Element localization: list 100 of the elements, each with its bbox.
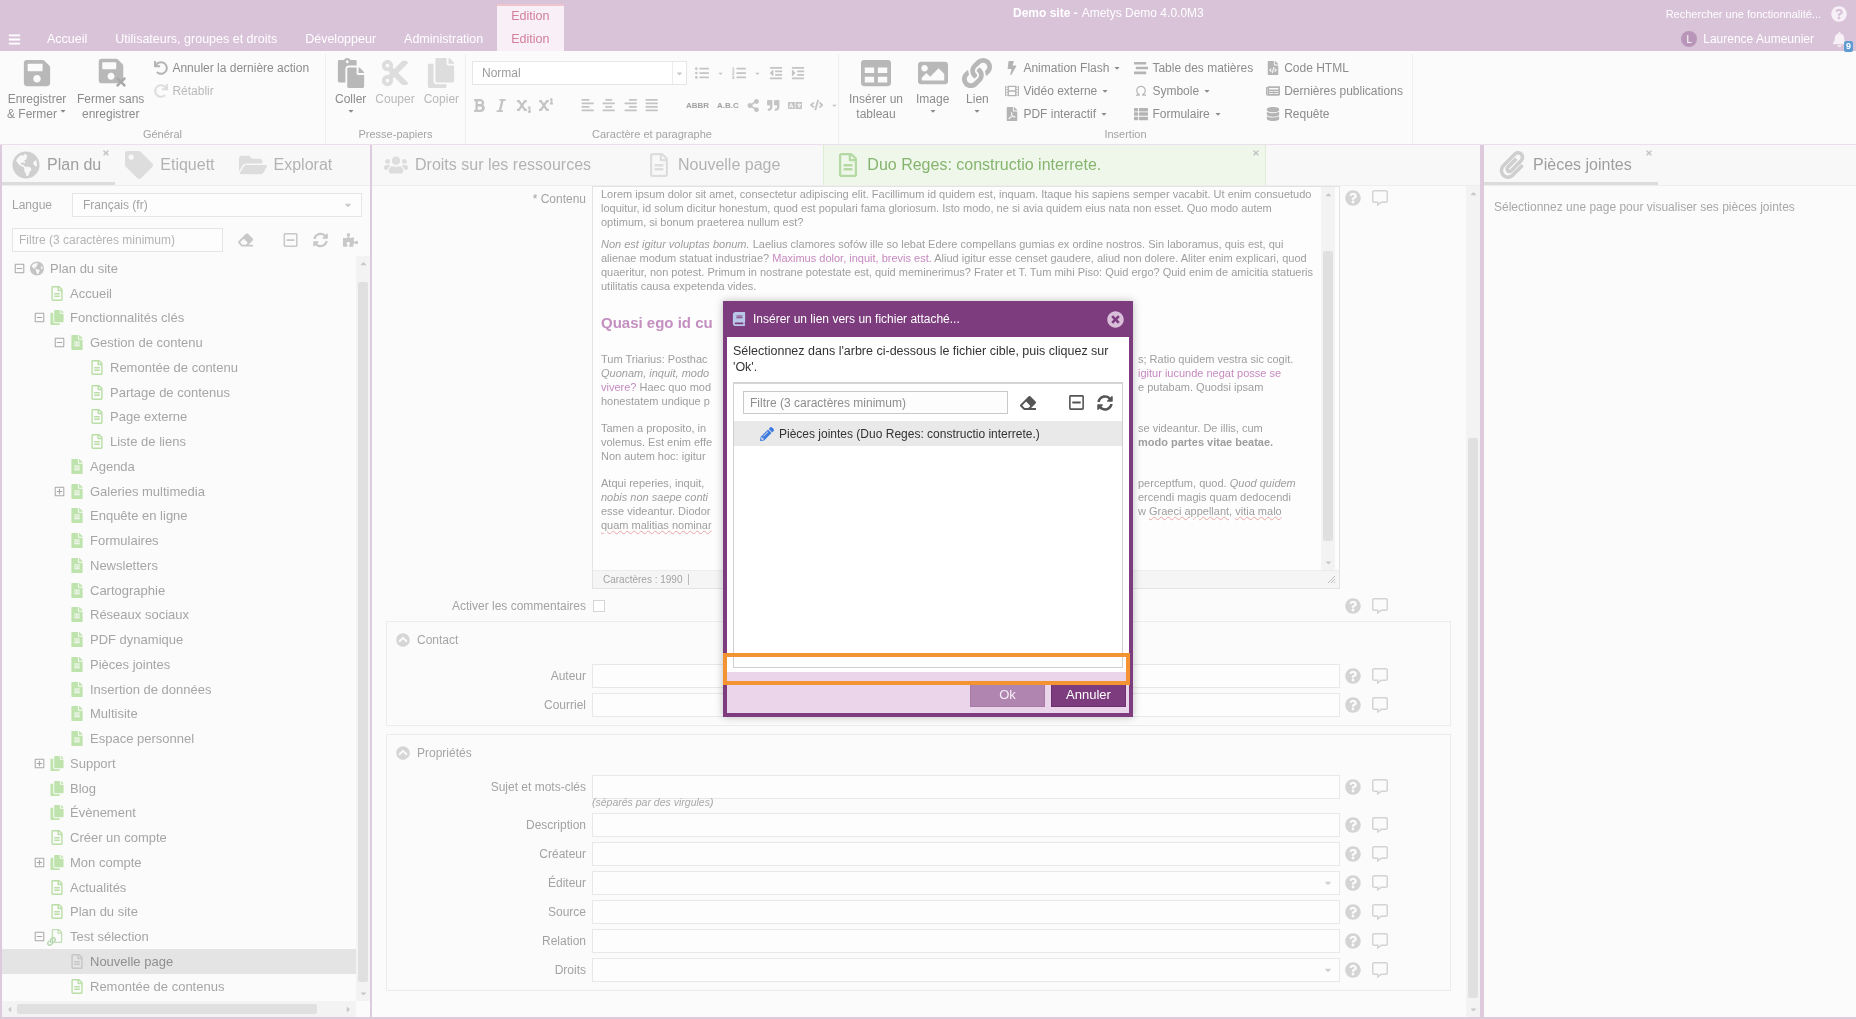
help-icon[interactable]	[1345, 875, 1361, 891]
caret-right-icon[interactable]	[344, 1004, 353, 1014]
tree-item[interactable]: Insertion de données	[2, 676, 356, 702]
caret-down-icon[interactable]	[1323, 558, 1333, 567]
text-tool-button[interactable]: ABBR	[685, 100, 709, 110]
comment-icon[interactable]	[1372, 962, 1388, 978]
ribbon-tab[interactable]: Accueil	[33, 27, 102, 51]
tree-item[interactable]: Remontée de contenus	[2, 973, 356, 999]
ribbon-button[interactable]: Lien	[960, 56, 995, 115]
align-justify-icon[interactable]	[645, 98, 659, 112]
panel-tab[interactable]: Plan du	[2, 145, 116, 185]
panel-tab[interactable]: Etiquett	[115, 145, 229, 185]
ribbon-tab[interactable]: Administration	[390, 27, 498, 51]
ribbon-button[interactable]: Dernières publications	[1264, 79, 1405, 102]
checkbox[interactable]	[593, 600, 605, 612]
tree-item[interactable]: Évènement	[2, 800, 356, 826]
help-icon[interactable]	[1345, 846, 1361, 862]
ribbon-tab[interactable]: Edition	[497, 27, 564, 51]
indent-icon[interactable]	[791, 66, 805, 80]
comment-icon[interactable]	[1372, 668, 1388, 684]
tree-item[interactable]: Créer un compte	[2, 825, 356, 850]
refresh-icon[interactable]	[1097, 394, 1113, 411]
tree-item[interactable]: Pièces jointes	[2, 652, 356, 677]
code-icon[interactable]	[809, 98, 824, 112]
horizontal-scrollbar[interactable]	[2, 1001, 356, 1017]
comment-icon[interactable]	[1372, 598, 1388, 614]
comment-icon[interactable]	[1372, 904, 1388, 920]
tree-item[interactable]: Test sélection	[2, 924, 356, 949]
text-link[interactable]: vivere?	[601, 381, 637, 393]
tree-item[interactable]: Page externe	[2, 404, 356, 430]
bell-icon[interactable]	[1832, 31, 1847, 47]
tree-item[interactable]: Remontée de contenu	[2, 355, 356, 380]
help-icon[interactable]	[1345, 668, 1361, 684]
ribbon-button[interactable]: Formulaire	[1132, 102, 1256, 125]
combo-field[interactable]	[592, 871, 1340, 895]
panel-tab[interactable]: Droits sur les ressources	[372, 145, 608, 185]
menu-icon[interactable]	[8, 32, 21, 46]
tree-item[interactable]: Espace personnel	[2, 726, 356, 751]
tree-item[interactable]: Galeries multimedia	[2, 478, 356, 504]
ribbon-button[interactable]: Animation Flash	[1003, 56, 1124, 79]
help-icon[interactable]	[1345, 962, 1361, 978]
italic-icon[interactable]	[494, 97, 509, 113]
tree-item[interactable]: Blog	[2, 775, 356, 801]
tree-item[interactable]: Fonctionnalités clés	[2, 305, 356, 331]
help-icon[interactable]	[1345, 904, 1361, 920]
collapse-icon[interactable]	[396, 633, 410, 647]
ribbon-button[interactable]: Image	[914, 56, 952, 115]
tree-item[interactable]: PDF dynamique	[2, 627, 356, 652]
ribbon-tab[interactable]: Utilisateurs, groupes et droits	[101, 27, 292, 51]
tree-item[interactable]: Gestion de contenu	[2, 330, 356, 355]
align-center-icon[interactable]	[602, 98, 616, 112]
comment-icon[interactable]	[1372, 779, 1388, 795]
style-select[interactable]: Normal	[472, 61, 687, 85]
numbered-list-icon[interactable]	[732, 66, 746, 80]
filter-field[interactable]: Filtre (3 caractères minimum)	[12, 228, 223, 252]
language-select[interactable]: Français (fr)	[72, 193, 362, 217]
ribbon-button[interactable]: Enregistrer & Fermer	[5, 56, 69, 122]
ribbon-button[interactable]: Annuler la dernière action	[152, 56, 312, 79]
scrollbar[interactable]	[356, 256, 370, 1001]
comment-icon[interactable]	[1372, 875, 1388, 891]
ribbon-button[interactable]: Code HTML	[1264, 56, 1405, 79]
text-link[interactable]: igitur iucunde negat posse se	[1138, 367, 1282, 379]
tree-item[interactable]: Formulaires	[2, 528, 356, 553]
ribbon-button[interactable]: Vidéo externe	[1003, 79, 1124, 102]
panel-tab[interactable]: Duo Reges: constructio interrete.	[824, 145, 1266, 185]
collapse-icon[interactable]	[396, 746, 410, 760]
panel-tab[interactable]: Explorat	[228, 145, 347, 185]
tree-item[interactable]: Plan du site	[2, 899, 356, 925]
caret-up-icon[interactable]	[358, 259, 368, 268]
tree-item[interactable]: Agenda	[2, 454, 356, 479]
bold-icon[interactable]	[472, 97, 487, 113]
nodes-icon[interactable]	[746, 98, 760, 112]
tree-item[interactable]: Support	[2, 751, 356, 776]
puzzle-icon[interactable]	[342, 232, 359, 248]
comment-icon[interactable]	[1372, 697, 1388, 713]
caret-up-icon[interactable]	[1468, 189, 1478, 198]
tree-item[interactable]: Enquête en ligne	[2, 503, 356, 529]
scrollbar[interactable]	[1321, 187, 1335, 570]
help-icon[interactable]	[1831, 5, 1847, 22]
comment-icon[interactable]	[1372, 190, 1388, 206]
ribbon-tab[interactable]: Développeur	[291, 27, 391, 51]
user-avatar[interactable]: L	[1681, 31, 1698, 47]
tree-item[interactable]: Réseaux sociaux	[2, 602, 356, 628]
ribbon-button[interactable]: Fermer sans enregistrer	[75, 56, 147, 122]
panel-tab[interactable]: Nouvelle page	[635, 145, 797, 185]
ribbon-button[interactable]: Symbole	[1132, 79, 1256, 102]
tree-item[interactable]: Newsletters	[2, 553, 356, 578]
help-icon[interactable]	[1345, 933, 1361, 949]
comment-icon[interactable]	[1372, 846, 1388, 862]
outdent-icon[interactable]	[769, 66, 783, 80]
scrollbar[interactable]	[1466, 186, 1480, 1017]
ribbon-button[interactable]: Requête	[1264, 102, 1405, 125]
help-icon[interactable]	[1345, 598, 1361, 614]
caret-down-icon[interactable]	[1468, 1005, 1478, 1014]
tree-item[interactable]: Mon compte	[2, 850, 356, 875]
align-left-icon[interactable]	[580, 98, 595, 112]
tree-item[interactable]: Cartographie	[2, 577, 356, 603]
filter-field[interactable]: Filtre (3 caractères minimum)	[743, 391, 1008, 414]
tree-item[interactable]: Pièces jointes (Duo Reges: constructio interrete.)	[734, 421, 1122, 446]
caret-up-icon[interactable]	[1323, 190, 1333, 199]
